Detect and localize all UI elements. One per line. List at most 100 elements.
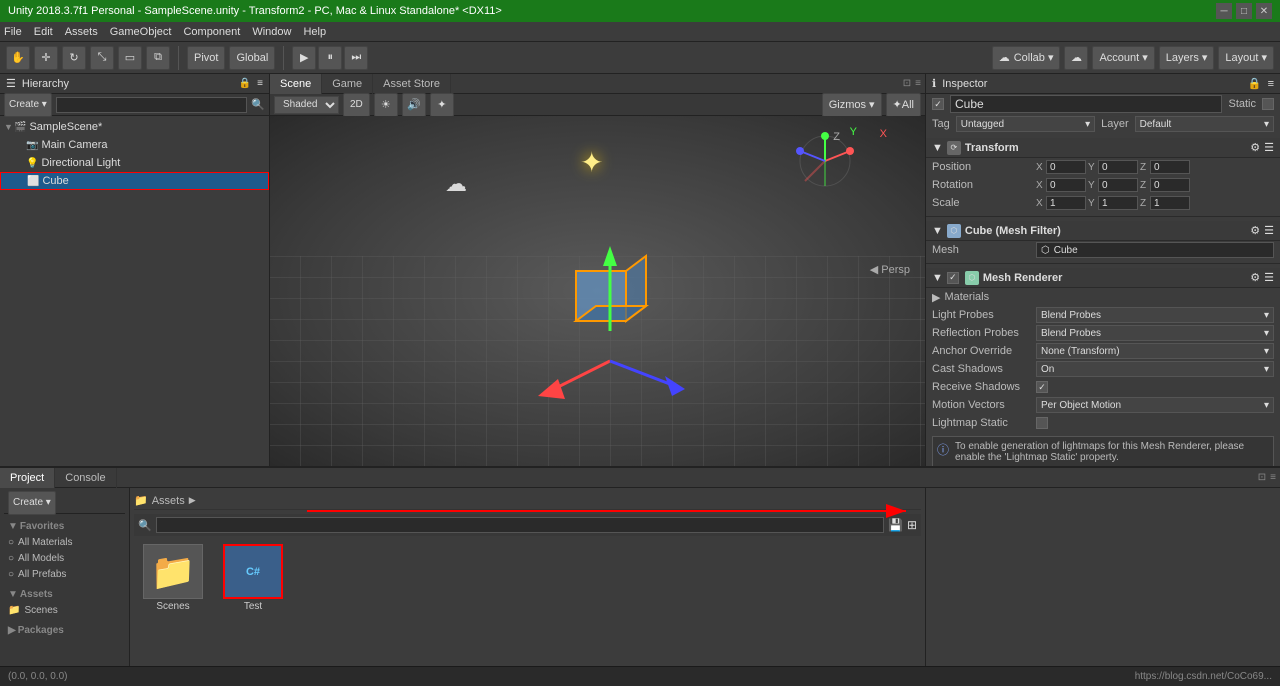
- pos-z-input[interactable]: [1150, 160, 1190, 174]
- rot-z-input[interactable]: [1150, 178, 1190, 192]
- mesh-renderer-settings-icon[interactable]: ⚙: [1250, 271, 1260, 284]
- cast-shadows-dropdown[interactable]: On ▾: [1036, 361, 1274, 377]
- tab-project[interactable]: Project: [0, 468, 55, 488]
- mesh-renderer-header[interactable]: ▼ ⬡ Mesh Renderer ⚙ ☰: [926, 268, 1280, 288]
- rot-x-input[interactable]: [1046, 178, 1086, 192]
- all-layers-dropdown[interactable]: ✦All: [886, 93, 921, 117]
- receive-shadows-row: Receive Shadows: [926, 378, 1280, 396]
- close-button[interactable]: ✕: [1256, 3, 1272, 19]
- layers-dropdown[interactable]: Layers ▾: [1159, 46, 1215, 70]
- project-menu-icon[interactable]: ≡: [1270, 472, 1276, 483]
- project-create-btn[interactable]: Create ▾: [8, 491, 56, 515]
- transform-header[interactable]: ▼ ⟳ Transform ⚙ ☰: [926, 138, 1280, 158]
- tab-assetstore[interactable]: Asset Store: [373, 74, 451, 94]
- scene-maximize-icon[interactable]: ⊡: [903, 78, 911, 89]
- menu-gameobject[interactable]: GameObject: [110, 26, 172, 38]
- tree-item-maincamera[interactable]: 📷 Main Camera: [0, 136, 269, 154]
- tree-item-cube[interactable]: ⬜ Cube: [0, 172, 269, 190]
- audio-toggle[interactable]: 🔊: [402, 93, 426, 117]
- tag-dropdown[interactable]: Untagged ▾: [956, 116, 1095, 132]
- tree-item-directionallight[interactable]: 💡 Directional Light: [0, 154, 269, 172]
- pos-y-input[interactable]: [1098, 160, 1138, 174]
- motion-vectors-dropdown[interactable]: Per Object Motion ▾: [1036, 397, 1274, 413]
- lightmap-static-label: Lightmap Static: [932, 417, 1032, 429]
- hand-tool[interactable]: ✋: [6, 46, 30, 70]
- anchor-override-dropdown[interactable]: None (Transform) ▾: [1036, 343, 1274, 359]
- inspector-lock-icon[interactable]: 🔒: [1248, 77, 1262, 90]
- scl-y-input[interactable]: [1098, 196, 1138, 210]
- cloud-button[interactable]: ☁: [1064, 46, 1088, 70]
- transform-settings-icon[interactable]: ⚙: [1250, 141, 1260, 154]
- reflection-probes-dropdown[interactable]: Blend Probes ▾: [1036, 325, 1274, 341]
- pause-button[interactable]: ⏸: [318, 46, 342, 70]
- mesh-renderer-enabled[interactable]: [947, 272, 959, 284]
- fav-all-prefabs[interactable]: ○ All Prefabs: [4, 566, 125, 582]
- scene-viewport[interactable]: ✦ ☁: [270, 116, 925, 466]
- transform-tool[interactable]: ⧉: [146, 46, 170, 70]
- mesh-renderer-options-icon[interactable]: ☰: [1264, 271, 1274, 284]
- layer-dropdown[interactable]: Default ▾: [1135, 116, 1274, 132]
- 2d-toggle[interactable]: 2D: [343, 93, 370, 117]
- hierarchy-menu-icon[interactable]: ≡: [257, 78, 263, 89]
- scene-menu-icon[interactable]: ≡: [915, 78, 921, 89]
- object-name-field[interactable]: [950, 95, 1222, 113]
- mesh-filter-header[interactable]: ▼ ⬡ Cube (Mesh Filter) ⚙ ☰: [926, 221, 1280, 241]
- cast-shadows-arrow: ▾: [1264, 364, 1269, 375]
- pos-x-input[interactable]: [1046, 160, 1086, 174]
- menu-window[interactable]: Window: [252, 26, 291, 38]
- pivot-dropdown[interactable]: Pivot: [187, 46, 225, 70]
- move-tool[interactable]: ✛: [34, 46, 58, 70]
- collab-dropdown[interactable]: ☁ Collab ▾: [992, 46, 1061, 70]
- hierarchy-create-btn[interactable]: Create ▾: [4, 93, 52, 117]
- object-active-checkbox[interactable]: [932, 98, 944, 110]
- fav-scenes-folder[interactable]: 📁 Scenes: [4, 602, 125, 618]
- mesh-filter-options-icon[interactable]: ☰: [1264, 224, 1274, 237]
- shading-mode-select[interactable]: Shaded: [274, 96, 339, 114]
- tab-console[interactable]: Console: [55, 468, 116, 488]
- account-dropdown[interactable]: Account ▾: [1092, 46, 1154, 70]
- rotate-tool[interactable]: ↻: [62, 46, 86, 70]
- fav-all-materials[interactable]: ○ All Materials: [4, 534, 125, 550]
- asset-test-script[interactable]: C# Test: [218, 544, 288, 612]
- transform-fold-arrow: ▼: [932, 142, 943, 154]
- global-dropdown[interactable]: Global: [229, 46, 275, 70]
- bottom-tabs: Project Console ⊡ ≡: [0, 468, 1280, 488]
- lightmap-static-checkbox[interactable]: [1036, 417, 1048, 429]
- layout-dropdown[interactable]: Layout ▾: [1218, 46, 1274, 70]
- tree-item-samplescene[interactable]: ▼ 🎬 SampleScene*: [0, 118, 269, 136]
- tab-game[interactable]: Game: [322, 74, 373, 94]
- tab-scene[interactable]: Scene: [270, 74, 322, 94]
- gizmos-dropdown[interactable]: Gizmos ▾: [822, 93, 882, 117]
- effects-toggle[interactable]: ✦: [430, 93, 454, 117]
- menu-edit[interactable]: Edit: [34, 26, 53, 38]
- inspector-menu-icon[interactable]: ≡: [1268, 78, 1274, 90]
- hierarchy-search[interactable]: [56, 97, 247, 113]
- minimize-button[interactable]: ─: [1216, 3, 1232, 19]
- scl-x-input[interactable]: [1046, 196, 1086, 210]
- scl-z-input[interactable]: [1150, 196, 1190, 210]
- assets-search-input[interactable]: [156, 517, 884, 533]
- receive-shadows-checkbox[interactable]: [1036, 381, 1048, 393]
- menu-assets[interactable]: Assets: [65, 26, 98, 38]
- menu-component[interactable]: Component: [183, 26, 240, 38]
- light-probes-dropdown[interactable]: Blend Probes ▾: [1036, 307, 1274, 323]
- hierarchy-lock-icon[interactable]: 🔒: [239, 78, 251, 89]
- lighting-toggle[interactable]: ☀: [374, 93, 398, 117]
- step-button[interactable]: ⏭: [344, 46, 368, 70]
- project-maximize-icon[interactable]: ⊡: [1258, 472, 1266, 483]
- menu-file[interactable]: File: [4, 26, 22, 38]
- static-checkbox[interactable]: [1262, 98, 1274, 110]
- play-button[interactable]: ▶: [292, 46, 316, 70]
- asset-scenes[interactable]: 📁 Scenes: [138, 544, 208, 612]
- rot-y-input[interactable]: [1098, 178, 1138, 192]
- menu-help[interactable]: Help: [303, 26, 326, 38]
- maximize-button[interactable]: □: [1236, 3, 1252, 19]
- transform-options-icon[interactable]: ☰: [1264, 141, 1274, 154]
- fav-all-models[interactable]: ○ All Models: [4, 550, 125, 566]
- mesh-filter-settings-icon[interactable]: ⚙: [1250, 224, 1260, 237]
- rect-tool[interactable]: ▭: [118, 46, 142, 70]
- save-search-icon[interactable]: 💾: [888, 518, 903, 532]
- scale-tool[interactable]: ⤡: [90, 46, 114, 70]
- url-label: https://blog.csdn.net/CoCo69...: [1135, 671, 1272, 682]
- filter-icon[interactable]: ⊞: [907, 518, 917, 532]
